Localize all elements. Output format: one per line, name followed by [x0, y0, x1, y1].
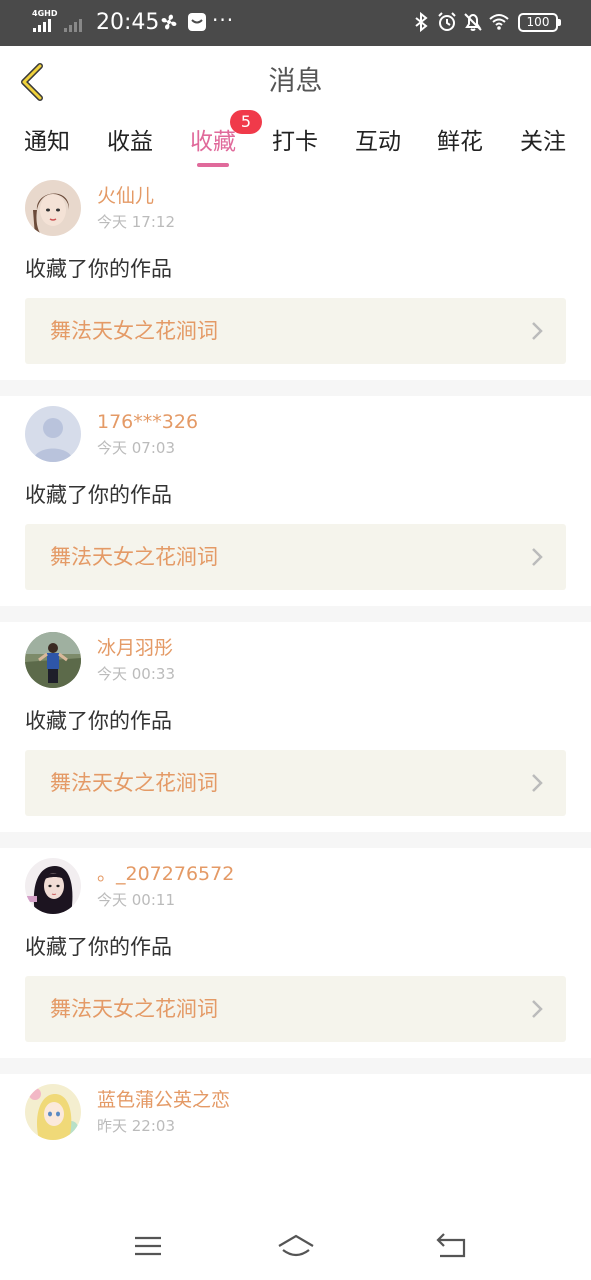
chevron-right-icon	[532, 548, 543, 566]
action-text: 收藏了你的作品	[25, 483, 172, 507]
timestamp: 今天 00:11	[97, 891, 175, 909]
return-icon[interactable]	[430, 1230, 470, 1262]
user-name[interactable]: 冰月羽彤	[97, 636, 173, 660]
user-name[interactable]: 176***326	[97, 410, 198, 434]
avatar[interactable]	[25, 180, 81, 236]
list-item: 176***326 今天 07:03 收藏了你的作品 舞法天女之花涧词	[0, 396, 591, 606]
chevron-right-icon	[532, 774, 543, 792]
action-text: 收藏了你的作品	[25, 935, 172, 959]
message-app-icon	[188, 13, 206, 31]
tab-follow[interactable]: 关注	[508, 126, 578, 158]
system-nav-bar	[0, 1214, 591, 1280]
work-link[interactable]: 舞法天女之花涧词	[25, 298, 566, 364]
status-bar: 4GHD 20:45 ··· 100	[0, 0, 591, 46]
divider	[0, 832, 591, 848]
timestamp: 今天 07:03	[97, 439, 175, 457]
battery-indicator: 100	[518, 13, 561, 32]
user-name[interactable]: 。_207276572	[97, 862, 234, 886]
bluetooth-icon	[415, 11, 428, 33]
chevron-right-icon	[532, 1000, 543, 1018]
action-text: 收藏了你的作品	[25, 257, 172, 281]
fan-icon	[161, 14, 177, 30]
clock: 20:45	[96, 10, 160, 35]
work-link[interactable]: 舞法天女之花涧词	[25, 524, 566, 590]
user-name[interactable]: 蓝色蒲公英之恋	[97, 1088, 230, 1112]
user-name[interactable]: 火仙儿	[97, 184, 154, 208]
signal-icon	[33, 19, 51, 32]
avatar[interactable]	[25, 1084, 81, 1140]
favorites-list: 火仙儿 今天 17:12 收藏了你的作品 舞法天女之花涧词 176***326 …	[0, 170, 591, 1274]
alarm-icon	[438, 12, 456, 31]
avatar[interactable]	[25, 858, 81, 914]
avatar[interactable]	[25, 632, 81, 688]
network-type: 4GHD	[32, 9, 58, 18]
list-item: 冰月羽彤 今天 00:33 收藏了你的作品 舞法天女之花涧词	[0, 622, 591, 832]
menu-icon[interactable]	[128, 1230, 168, 1262]
active-tab-indicator	[197, 163, 229, 167]
timestamp: 今天 00:33	[97, 665, 175, 683]
divider	[0, 380, 591, 396]
list-item: 火仙儿 今天 17:12 收藏了你的作品 舞法天女之花涧词	[0, 170, 591, 380]
home-icon[interactable]	[276, 1230, 316, 1262]
divider	[0, 606, 591, 622]
work-title: 舞法天女之花涧词	[50, 771, 218, 795]
tab-earnings[interactable]: 收益	[95, 126, 165, 158]
timestamp: 昨天 22:03	[97, 1117, 175, 1135]
list-item: 。_207276572 今天 00:11 收藏了你的作品 舞法天女之花涧词	[0, 848, 591, 1058]
work-title: 舞法天女之花涧词	[50, 319, 218, 343]
wifi-icon	[489, 14, 509, 30]
tab-checkin[interactable]: 打卡	[260, 126, 330, 158]
chevron-right-icon	[532, 322, 543, 340]
signal-2-icon	[64, 19, 82, 32]
divider	[0, 1058, 591, 1074]
mute-bell-icon	[464, 13, 482, 31]
tab-bar: 通知 收益 收藏 打卡 互动 鲜花 关注 5	[0, 110, 591, 170]
tab-interact[interactable]: 互动	[343, 126, 413, 158]
more-notifications: ···	[212, 8, 235, 32]
work-title: 舞法天女之花涧词	[50, 545, 218, 569]
action-text: 收藏了你的作品	[25, 709, 172, 733]
work-link[interactable]: 舞法天女之花涧词	[25, 750, 566, 816]
tab-notify[interactable]: 通知	[12, 126, 82, 158]
tab-flowers[interactable]: 鲜花	[425, 126, 495, 158]
unread-badge: 5	[230, 110, 262, 134]
page-title: 消息	[268, 66, 323, 97]
work-title: 舞法天女之花涧词	[50, 997, 218, 1021]
work-link[interactable]: 舞法天女之花涧词	[25, 976, 566, 1042]
header-bar: 消息	[0, 46, 591, 118]
avatar[interactable]	[25, 406, 81, 462]
timestamp: 今天 17:12	[97, 213, 175, 231]
